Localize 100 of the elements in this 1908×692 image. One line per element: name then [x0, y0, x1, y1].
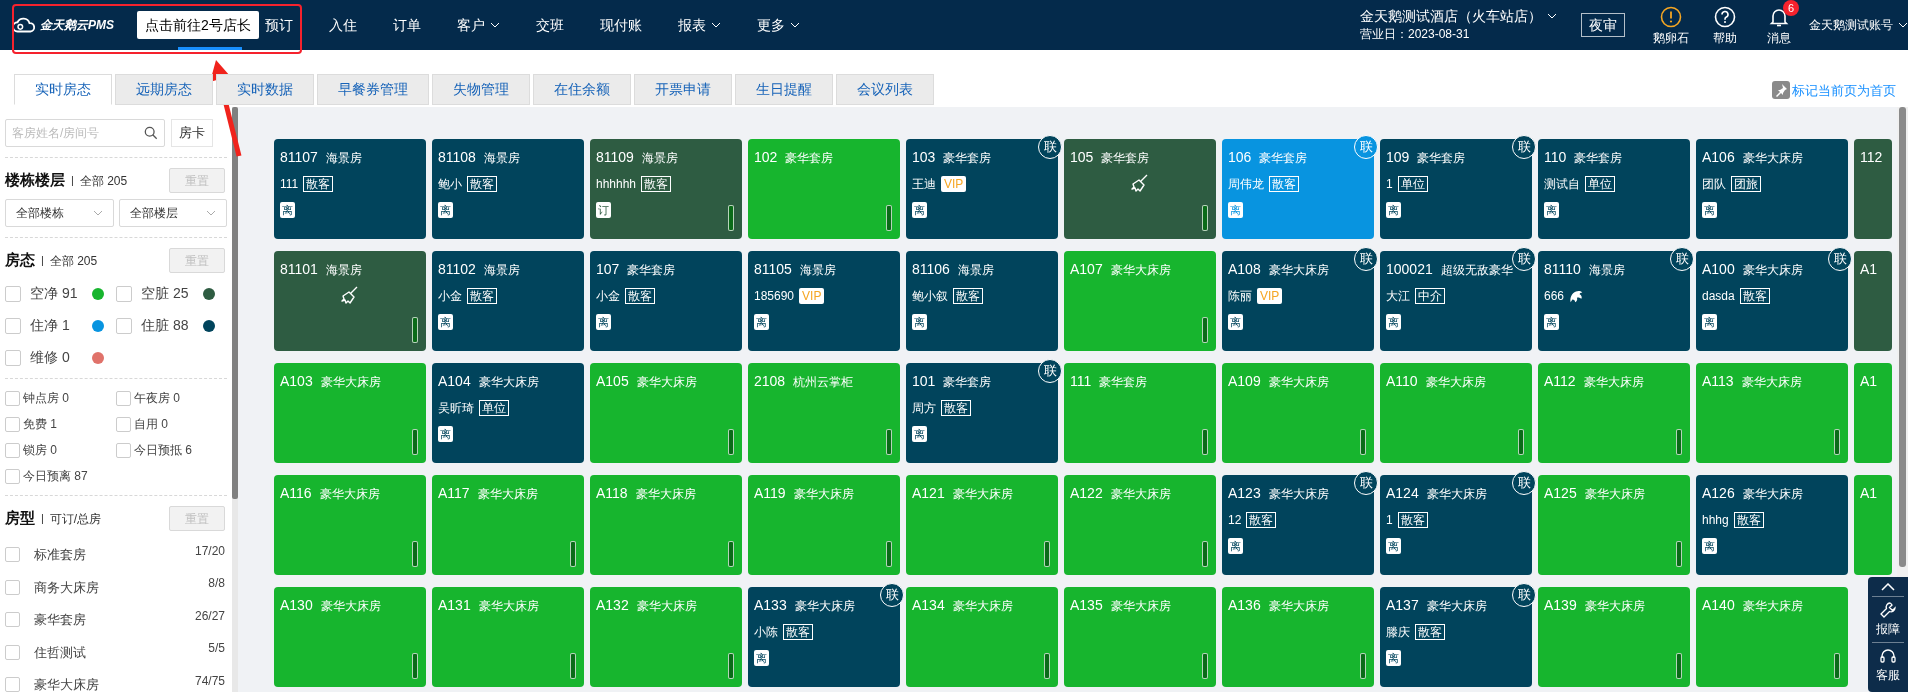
icon-button[interactable]: 鹅卵石: [1649, 0, 1693, 46]
dropdown[interactable]: 全部楼层: [118, 199, 227, 227]
tab[interactable]: 生日提醒: [735, 74, 833, 105]
icon-button[interactable]: 帮助: [1703, 0, 1747, 46]
room-card[interactable]: 81107 海景房 111 散客 离: [274, 139, 426, 239]
room-card[interactable]: 81106 海景房 鲍小叙 散客 离: [906, 251, 1058, 351]
tab[interactable]: 实时数据: [216, 74, 314, 105]
room-type: 豪华大床房: [1584, 486, 1645, 503]
room-card[interactable]: A126 豪华大床房 hhhg 散客 离: [1696, 475, 1848, 575]
checkbox[interactable]: [5, 644, 20, 660]
room-type: 豪华大床房: [1742, 262, 1803, 279]
filter-label: 午夜房 0: [134, 390, 180, 407]
headset-icon: [1879, 647, 1897, 665]
room-card[interactable]: 105 豪华套房: [1064, 139, 1216, 239]
night-audit-button[interactable]: 夜审: [1581, 13, 1625, 37]
checkbox[interactable]: [5, 579, 20, 595]
room-number: 81105: [754, 260, 792, 279]
tab[interactable]: 在住余额: [533, 74, 631, 105]
nav-item[interactable]: 交班: [535, 0, 564, 50]
room-card-button[interactable]: 房卡: [171, 119, 213, 147]
guest-name: hhhhhh: [596, 176, 637, 193]
tab[interactable]: 远期房态: [115, 74, 213, 105]
tab[interactable]: 早餐券管理: [317, 74, 429, 105]
guest-type-tag: 散客: [1397, 512, 1428, 528]
room-card[interactable]: A106 豪华大床房 团队 团旅 离: [1696, 139, 1848, 239]
checkbox[interactable]: [5, 390, 20, 406]
checkbox[interactable]: [5, 442, 20, 458]
room-number: 112: [1860, 148, 1883, 167]
room-card[interactable]: A1: [1854, 251, 1892, 351]
store-selector[interactable]: 金天鹅测试酒店（火车站店）: [1360, 7, 1557, 25]
guest-name: 111: [280, 176, 299, 193]
search-box[interactable]: 客房姓名/房间号: [5, 119, 165, 147]
guest-name: hhhg: [1702, 512, 1729, 529]
room-card[interactable]: 81108 海景房 鲍小 散客 离: [432, 139, 584, 239]
room-type: 海景房: [641, 150, 678, 167]
checkbox[interactable]: [5, 547, 20, 563]
nav-item[interactable]: 客户: [456, 0, 500, 50]
tab[interactable]: 实时房态: [14, 74, 112, 105]
search-field[interactable]: 客房姓名/房间号: [12, 124, 144, 142]
room-type: 海景房: [957, 262, 994, 279]
room-type: 豪华大床房: [636, 374, 697, 391]
nav-item[interactable]: 更多: [756, 0, 800, 50]
guest-name: 185690: [754, 288, 795, 305]
scrollbar-thumb[interactable]: [232, 107, 238, 499]
room-number: 110: [1544, 148, 1567, 167]
nav-item[interactable]: 报表: [677, 0, 721, 50]
toolbar-button[interactable]: 客服: [1876, 647, 1900, 683]
nav-item[interactable]: 订单: [392, 0, 421, 50]
checkbox[interactable]: [5, 416, 20, 432]
room-number: A106: [1702, 148, 1735, 167]
dropdown[interactable]: 全部楼栋: [5, 199, 114, 227]
section-summary: 全部 205: [49, 252, 98, 270]
room-card[interactable]: 81109 海景房 hhhhhh 散客 订: [590, 139, 742, 239]
chevron-up-icon: [1881, 583, 1895, 591]
account-menu[interactable]: 金天鹅测试账号: [1809, 16, 1908, 34]
checkbox[interactable]: [5, 677, 20, 692]
scrollbar-thumb[interactable]: [1899, 107, 1906, 567]
guest-name: 大江: [1386, 288, 1410, 305]
checkbox[interactable]: [5, 317, 21, 334]
checkbox[interactable]: [5, 468, 20, 484]
toolbar-button[interactable]: 报障: [1876, 601, 1900, 637]
room-type-count: 5/5: [208, 640, 225, 658]
room-card[interactable]: 81105 海景房 185690 VIP 离: [748, 251, 900, 351]
room-card[interactable]: A104 豪华大床房 吴昕琦 单位 离: [432, 363, 584, 463]
nav-item[interactable]: 现付账: [599, 0, 642, 50]
checkbox[interactable]: [116, 390, 131, 406]
room-card[interactable]: 81102 海景房 小金 散客 离: [432, 251, 584, 351]
tab[interactable]: 会议列表: [836, 74, 934, 105]
nav-item[interactable]: 入住: [328, 0, 357, 50]
room-card[interactable]: 107 豪华套房 小金 散客 离: [590, 251, 742, 351]
icon-button[interactable]: 消息 6: [1757, 0, 1801, 46]
tab[interactable]: 失物管理: [432, 74, 530, 105]
room-card[interactable]: 110 豪华套房 测试自 单位 离: [1538, 139, 1690, 239]
checkbox[interactable]: [5, 612, 20, 628]
tab[interactable]: 开票申请: [634, 74, 732, 105]
checkbox[interactable]: [5, 285, 21, 302]
guest-name: dasda: [1702, 288, 1735, 305]
room-number: A124: [1386, 484, 1419, 503]
room-type: 豪华大床房: [1425, 374, 1486, 391]
guest-type-tag: 团旅: [1731, 176, 1761, 192]
room-number: A131: [438, 596, 471, 615]
filter-label: 锁房 0: [23, 442, 57, 459]
checkbox[interactable]: [116, 416, 131, 432]
room-type: 豪华大床房: [1741, 374, 1802, 391]
section-title: 房型: [5, 508, 35, 529]
room-card[interactable]: 112: [1854, 139, 1892, 239]
room-type: 豪华大床房: [1742, 150, 1803, 167]
linked-room-badge: 联: [1512, 135, 1536, 159]
room-number: A107: [1070, 260, 1103, 279]
checkbox[interactable]: [116, 285, 132, 302]
checkbox[interactable]: [5, 349, 21, 366]
nav-item[interactable]: 预订: [264, 0, 293, 50]
room-card[interactable]: 81101 海景房: [274, 251, 426, 351]
linked-room-badge: 联: [1828, 247, 1852, 271]
checkbox[interactable]: [116, 317, 132, 334]
checkbox[interactable]: [116, 442, 131, 458]
chevron-down-icon: [92, 210, 103, 216]
room-number: 102: [754, 148, 778, 167]
guest-name: 滕庆: [1386, 624, 1410, 641]
room-number: 101: [912, 372, 936, 391]
